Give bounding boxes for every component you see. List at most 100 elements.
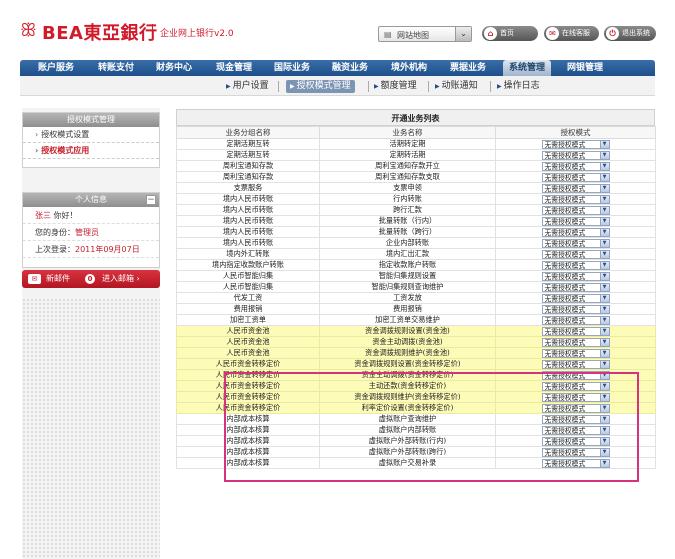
chevron-down-icon[interactable]: ▼ xyxy=(599,139,610,149)
chevron-down-icon[interactable]: ⌄ xyxy=(455,27,471,41)
auth-mode-select[interactable]: 无需授权模式 ▼ xyxy=(541,183,610,193)
sidebar-item-auth-mode-settings[interactable]: › 授权模式设置 xyxy=(23,127,159,143)
chevron-down-icon[interactable]: ▼ xyxy=(599,414,610,424)
auth-mode-select[interactable]: 无需授权模式 ▼ xyxy=(541,161,610,171)
chevron-down-icon[interactable]: ▼ xyxy=(599,238,610,248)
enter-mailbox-link[interactable]: 进入邮箱 › xyxy=(102,270,140,288)
sidebar-pattern xyxy=(22,298,160,559)
auth-mode-select[interactable]: 无需授权模式 ▼ xyxy=(541,205,610,215)
sidebar-item-label: 授权模式设置 xyxy=(41,130,90,139)
auth-mode-select[interactable]: 无需授权模式 ▼ xyxy=(541,392,610,402)
auth-mode-select[interactable]: 无需授权模式 ▼ xyxy=(541,414,610,424)
subnav-user-settings[interactable]: ▶ 用户设置 xyxy=(226,80,269,93)
auth-mode-select[interactable]: 无需授权模式 ▼ xyxy=(541,194,610,204)
online-service-button[interactable]: ✉ 在线客服 xyxy=(544,26,599,41)
auth-mode-select[interactable]: 无需授权模式 ▼ xyxy=(541,249,610,259)
chevron-down-icon[interactable]: ▼ xyxy=(599,194,610,204)
chevron-down-icon[interactable]: ▼ xyxy=(599,458,610,468)
chevron-down-icon[interactable]: ▼ xyxy=(599,337,610,347)
chevron-down-icon[interactable]: ▼ xyxy=(599,304,610,314)
auth-mode-select[interactable]: 无需授权模式 ▼ xyxy=(541,315,610,325)
chevron-down-icon[interactable]: ▼ xyxy=(599,326,610,336)
group-cell: 人民币智能归集 xyxy=(176,270,320,282)
chevron-down-icon[interactable]: ▼ xyxy=(599,249,610,259)
collapse-icon[interactable]: − xyxy=(146,195,156,205)
subnav-transaction-notice[interactable]: ▶ 动账通知 xyxy=(435,80,478,93)
info-panel-title: 个人信息 − xyxy=(23,193,159,207)
role-value: 管理员 xyxy=(75,228,99,237)
auth-mode-select[interactable]: 无需授权模式 ▼ xyxy=(541,348,610,358)
auth-mode-select[interactable]: 无需授权模式 ▼ xyxy=(541,150,610,160)
chevron-down-icon[interactable]: ▼ xyxy=(599,172,610,182)
chevron-down-icon[interactable]: ▼ xyxy=(599,260,610,270)
chevron-down-icon[interactable]: ▼ xyxy=(599,381,610,391)
chevron-down-icon[interactable]: ▼ xyxy=(599,293,610,303)
nav-item-international[interactable]: 国际业务 xyxy=(274,60,310,76)
sub-nav: ▶ 用户设置 ▶ 授权模式管理 ▶ 额度管理 ▶ 动账通知 ▶ 操作日志 xyxy=(20,76,655,96)
auth-mode-select[interactable]: 无需授权模式 ▼ xyxy=(541,436,610,446)
subnav-operation-log[interactable]: ▶ 操作日志 xyxy=(497,80,540,93)
auth-mode-select[interactable]: 无需授权模式 ▼ xyxy=(541,359,610,369)
chevron-down-icon[interactable]: ▼ xyxy=(599,403,610,413)
auth-mode-select[interactable]: 无需授权模式 ▼ xyxy=(541,238,610,248)
bank-logo-text: BEA東亞銀行 xyxy=(42,23,158,44)
chevron-down-icon[interactable]: ▼ xyxy=(599,205,610,215)
auth-mode-select[interactable]: 无需授权模式 ▼ xyxy=(541,337,610,347)
auth-mode-select[interactable]: 无需授权模式 ▼ xyxy=(541,139,610,149)
auth-mode-select[interactable]: 无需授权模式 ▼ xyxy=(541,293,610,303)
subnav-limit-management[interactable]: ▶ 额度管理 xyxy=(374,80,417,93)
chevron-down-icon[interactable]: ▼ xyxy=(599,161,610,171)
nav-item-cash-management[interactable]: 现金管理 xyxy=(216,60,252,76)
business-cell: 境内汇出汇款 xyxy=(319,248,496,260)
auth-mode-value: 无需授权模式 xyxy=(544,360,586,369)
auth-mode-select[interactable]: 无需授权模式 ▼ xyxy=(541,271,610,281)
auth-mode-select[interactable]: 无需授权模式 ▼ xyxy=(541,447,610,457)
auth-mode-select[interactable]: 无需授权模式 ▼ xyxy=(541,403,610,413)
subnav-auth-mode-management[interactable]: ▶ 授权模式管理 xyxy=(286,80,355,93)
table-row: 周利宝通知存款 周利宝通知存款开立 无需授权模式 ▼ xyxy=(176,160,656,172)
logout-button[interactable]: ⏻ 退出系统 xyxy=(604,26,656,41)
chevron-down-icon[interactable]: ▼ xyxy=(599,282,610,292)
auth-mode-select[interactable]: 无需授权模式 ▼ xyxy=(541,260,610,270)
chevron-down-icon[interactable]: ▼ xyxy=(599,150,610,160)
chevron-down-icon[interactable]: ▼ xyxy=(599,227,610,237)
nav-item-overseas[interactable]: 境外机构 xyxy=(391,60,427,76)
home-button[interactable]: ⌂ 首页 xyxy=(482,26,538,41)
nav-item-system-management[interactable]: 系统管理 xyxy=(503,60,552,76)
chevron-down-icon[interactable]: ▼ xyxy=(599,447,610,457)
nav-item-financing[interactable]: 融资业务 xyxy=(332,60,368,76)
auth-mode-cell: 无需授权模式 ▼ xyxy=(495,182,656,194)
auth-mode-select[interactable]: 无需授权模式 ▼ xyxy=(541,381,610,391)
chevron-down-icon[interactable]: ▼ xyxy=(599,359,610,369)
auth-mode-select[interactable]: 无需授权模式 ▼ xyxy=(541,282,610,292)
chevron-down-icon[interactable]: ▼ xyxy=(599,436,610,446)
auth-mode-select[interactable]: 无需授权模式 ▼ xyxy=(541,326,610,336)
bea-logo-icon: ꕥ xyxy=(20,20,37,41)
chevron-down-icon[interactable]: ▼ xyxy=(599,216,610,226)
auth-mode-select[interactable]: 无需授权模式 ▼ xyxy=(541,304,610,314)
auth-mode-select[interactable]: 无需授权模式 ▼ xyxy=(541,227,610,237)
chevron-down-icon[interactable]: ▼ xyxy=(599,425,610,435)
nav-item-finance-center[interactable]: 财务中心 xyxy=(156,60,192,76)
nav-item-account-services[interactable]: 账户服务 xyxy=(38,60,74,76)
nav-item-transfer-payment[interactable]: 转账支付 xyxy=(98,60,134,76)
chevron-down-icon[interactable]: ▼ xyxy=(599,183,610,193)
auth-mode-select[interactable]: 无需授权模式 ▼ xyxy=(541,370,610,380)
divider xyxy=(278,81,279,92)
business-cell: 虚拟账户查询维护 xyxy=(319,413,496,425)
chevron-down-icon[interactable]: ▼ xyxy=(599,348,610,358)
chevron-down-icon[interactable]: ▼ xyxy=(599,315,610,325)
site-map-select[interactable]: ▤ 网站地图 ⌄ xyxy=(378,26,472,42)
auth-mode-select[interactable]: 无需授权模式 ▼ xyxy=(541,425,610,435)
mail-bar[interactable]: ✉ 新邮件 0 进入邮箱 › xyxy=(22,270,160,288)
auth-mode-select[interactable]: 无需授权模式 ▼ xyxy=(541,458,610,468)
auth-mode-select[interactable]: 无需授权模式 ▼ xyxy=(541,216,610,226)
chevron-down-icon[interactable]: ▼ xyxy=(599,271,610,281)
auth-mode-cell: 无需授权模式 ▼ xyxy=(495,160,656,172)
nav-item-bills[interactable]: 票据业务 xyxy=(450,60,486,76)
sidebar-item-auth-mode-apply[interactable]: › 授权模式应用 xyxy=(23,143,159,159)
chevron-down-icon[interactable]: ▼ xyxy=(599,370,610,380)
chevron-down-icon[interactable]: ▼ xyxy=(599,392,610,402)
auth-mode-select[interactable]: 无需授权模式 ▼ xyxy=(541,172,610,182)
nav-item-ebanking-management[interactable]: 网银管理 xyxy=(567,60,603,76)
